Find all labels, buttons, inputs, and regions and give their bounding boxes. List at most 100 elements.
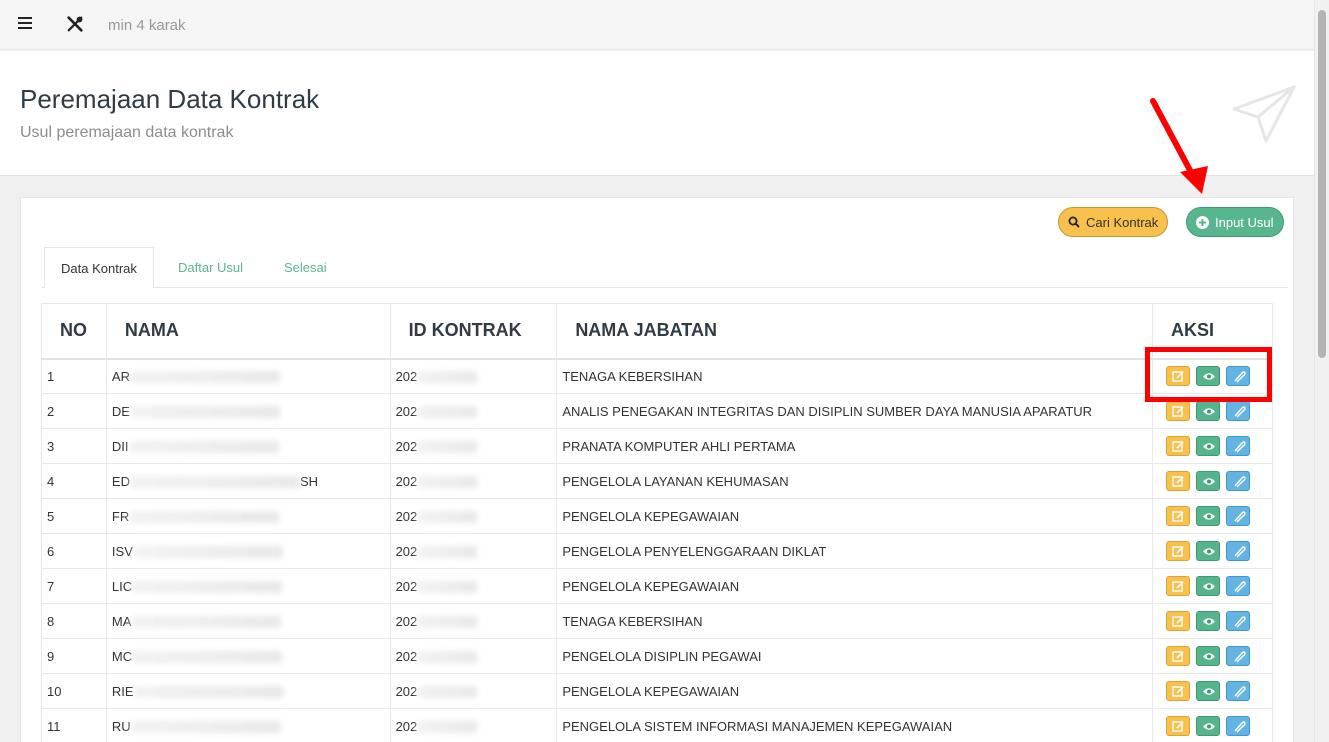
redacted-area — [417, 581, 478, 594]
attach-button[interactable] — [1226, 716, 1251, 736]
plus-circle-icon — [1196, 215, 1209, 229]
cari-kontrak-button[interactable]: Cari Kontrak — [1058, 207, 1169, 237]
table-row: 6 ISV 202 PENGELOLA PENYELENGGARAAN DIKLAT — [41, 533, 1273, 569]
attach-button[interactable] — [1226, 646, 1251, 666]
page-header: Peremajaan Data Kontrak Usul peremajaan … — [0, 51, 1314, 176]
cell-aksi — [1152, 463, 1273, 499]
cell-no: 8 — [41, 603, 107, 639]
paperclip-icon — [1234, 511, 1246, 523]
redacted-area — [417, 476, 478, 489]
cell-aksi — [1152, 568, 1273, 604]
page-title: Peremajaan Data Kontrak — [20, 84, 320, 114]
eye-icon — [1203, 688, 1216, 695]
edit-icon — [1172, 371, 1184, 382]
attach-button[interactable] — [1226, 681, 1251, 701]
col-header-nama-jabatan[interactable]: NAMA JABATAN — [556, 303, 1154, 360]
col-header-id-kontrak[interactable]: ID KONTRAK — [389, 303, 558, 360]
id-text: 202 — [395, 578, 418, 594]
view-button[interactable] — [1196, 716, 1221, 736]
view-button[interactable] — [1196, 506, 1221, 526]
page-scrollbar[interactable] — [1314, 0, 1329, 742]
view-button[interactable] — [1196, 576, 1221, 596]
edit-button[interactable] — [1166, 471, 1191, 491]
redacted-area — [417, 721, 478, 734]
attach-button[interactable] — [1226, 401, 1251, 421]
attach-button[interactable] — [1226, 611, 1251, 631]
nama-text: ISV — [111, 543, 133, 559]
search-input[interactable] — [108, 14, 192, 36]
redacted-area — [417, 371, 478, 384]
page-subtitle: Usul peremajaan data kontrak — [20, 124, 234, 141]
cell-nama: AR — [105, 358, 391, 394]
nama-text: RU — [111, 718, 131, 734]
edit-button[interactable] — [1166, 436, 1191, 456]
tab-data-kontrak[interactable]: Data Kontrak — [44, 247, 154, 289]
cell-no: 6 — [41, 533, 107, 569]
col-header-nama[interactable]: NAMA — [105, 303, 391, 360]
eye-icon — [1203, 583, 1216, 590]
view-button[interactable] — [1196, 436, 1221, 456]
cell-nama: ED SH — [105, 463, 391, 499]
attach-button[interactable] — [1226, 506, 1251, 526]
top-navbar — [0, 0, 1314, 50]
col-header-no[interactable]: NO — [41, 303, 107, 360]
scrollbar-thumb[interactable] — [1318, 10, 1326, 358]
view-button[interactable] — [1196, 366, 1221, 387]
redacted-area — [132, 651, 283, 664]
input-usul-label: Input Usul — [1215, 214, 1274, 230]
redacted-area — [128, 441, 279, 454]
tools-icon[interactable] — [66, 14, 84, 34]
id-text: 202 — [395, 683, 418, 699]
eye-icon — [1203, 443, 1216, 450]
paperclip-icon — [1234, 546, 1246, 558]
view-button[interactable] — [1196, 611, 1221, 631]
paperclip-icon — [1234, 581, 1246, 593]
id-text: 202 — [395, 403, 418, 419]
input-usul-button[interactable]: Input Usul — [1186, 207, 1284, 237]
edit-button[interactable] — [1166, 366, 1191, 387]
eye-icon — [1203, 408, 1216, 415]
edit-button[interactable] — [1166, 646, 1191, 666]
view-button[interactable] — [1196, 471, 1221, 491]
view-button[interactable] — [1196, 401, 1221, 421]
eye-icon — [1203, 513, 1216, 520]
redacted-area — [417, 686, 478, 699]
attach-button[interactable] — [1226, 366, 1251, 387]
view-button[interactable] — [1196, 681, 1221, 701]
tab-selesai[interactable]: Selesai — [268, 247, 343, 288]
id-text: 202 — [395, 438, 418, 454]
cell-no: 4 — [41, 463, 107, 499]
cell-no: 3 — [41, 428, 107, 464]
view-button[interactable] — [1196, 541, 1221, 561]
cell-nama-jabatan: PENGELOLA KEPEGAWAIAN — [556, 568, 1154, 604]
edit-icon — [1172, 406, 1184, 417]
edit-icon — [1172, 441, 1184, 452]
edit-button[interactable] — [1166, 541, 1191, 561]
nama-text: MA — [111, 613, 132, 629]
edit-button[interactable] — [1166, 401, 1191, 421]
cell-id-kontrak: 202 — [389, 708, 558, 742]
cell-id-kontrak: 202 — [389, 638, 558, 674]
edit-button[interactable] — [1166, 506, 1191, 526]
nama-text: MC — [111, 648, 133, 664]
edit-button[interactable] — [1166, 611, 1191, 631]
hamburger-menu-icon[interactable] — [18, 17, 32, 33]
attach-button[interactable] — [1226, 576, 1251, 596]
redacted-area — [132, 546, 283, 559]
cell-aksi — [1152, 358, 1273, 394]
attach-button[interactable] — [1226, 436, 1251, 456]
edit-button[interactable] — [1166, 681, 1191, 701]
edit-button[interactable] — [1166, 576, 1191, 596]
edit-icon — [1172, 616, 1184, 627]
tab-daftar-usul[interactable]: Daftar Usul — [162, 247, 259, 288]
edit-icon — [1172, 546, 1184, 557]
cell-nama-jabatan: PENGELOLA LAYANAN KEHUMASAN — [556, 463, 1154, 499]
edit-button[interactable] — [1166, 716, 1191, 736]
attach-button[interactable] — [1226, 471, 1251, 491]
nama-tail-text: SH — [299, 473, 319, 489]
attach-button[interactable] — [1226, 541, 1251, 561]
col-header-aksi: AKSI — [1152, 303, 1273, 360]
cell-nama-jabatan: PENGELOLA SISTEM INFORMASI MANAJEMEN KEP… — [556, 708, 1154, 742]
view-button[interactable] — [1196, 646, 1221, 666]
eye-icon — [1203, 723, 1216, 730]
